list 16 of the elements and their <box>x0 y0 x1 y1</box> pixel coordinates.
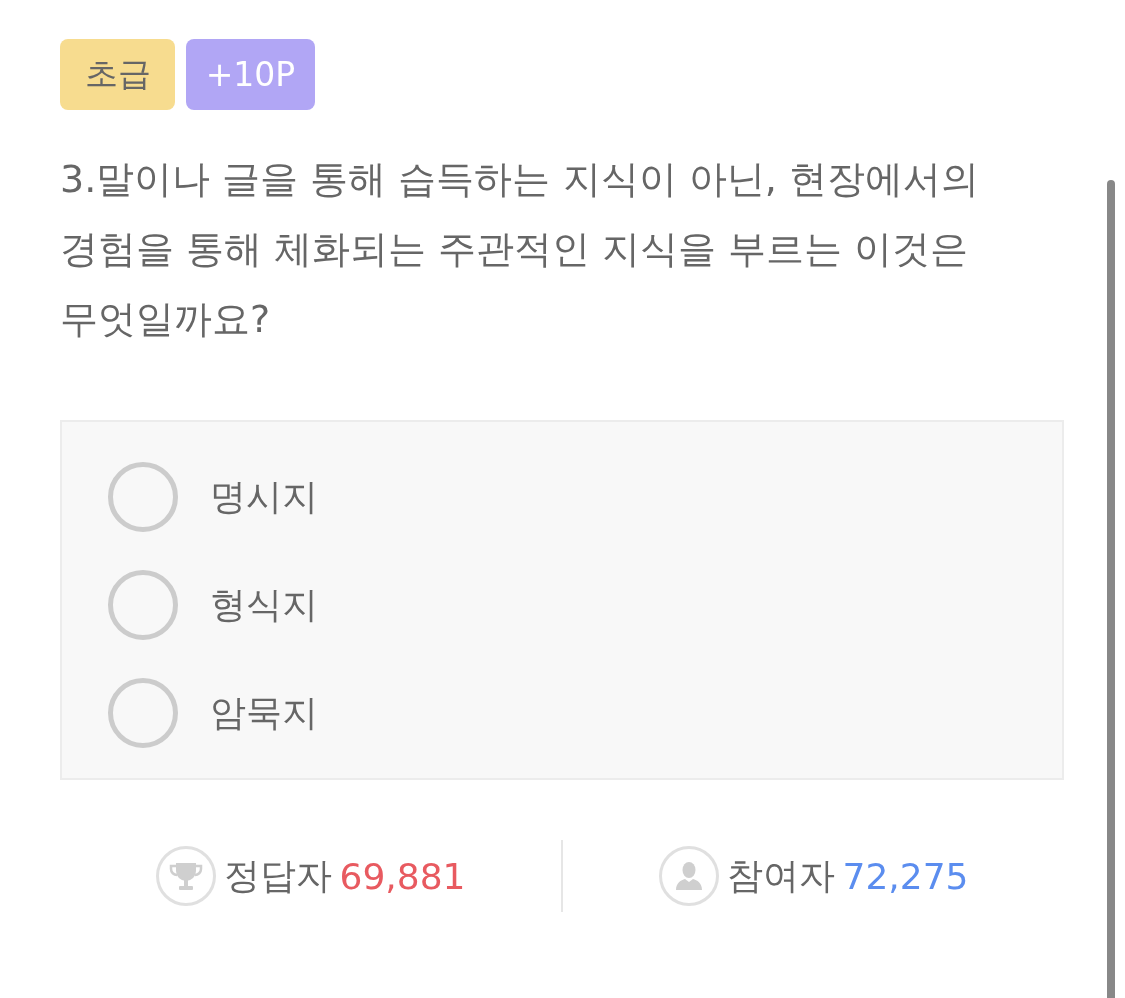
radio-icon[interactable] <box>108 678 178 748</box>
points-badge: +10P <box>186 39 315 110</box>
stat-count: 72,275 <box>842 855 969 897</box>
stat-count: 69,881 <box>339 855 466 897</box>
stat-label: 참여자 <box>726 853 835 898</box>
question-text: 3.말이나 글을 통해 습득하는 지식이 아닌, 현장에서의 경험을 통해 체화되는 주관적인 지식을 부르는 이것은 무엇일까요? <box>60 156 980 343</box>
radio-icon[interactable] <box>108 570 178 640</box>
level-badge: 초급 <box>60 39 175 110</box>
person-icon <box>658 846 719 906</box>
scrollbar-thumb[interactable] <box>1107 180 1115 998</box>
answer-option[interactable]: 명시지 <box>108 462 1016 532</box>
stat-label: 정답자 <box>223 853 332 898</box>
trophy-icon <box>155 846 216 906</box>
radio-icon[interactable] <box>108 462 178 532</box>
answer-option[interactable]: 암묵지 <box>108 678 1016 748</box>
answer-option[interactable]: 형식지 <box>108 570 1016 640</box>
